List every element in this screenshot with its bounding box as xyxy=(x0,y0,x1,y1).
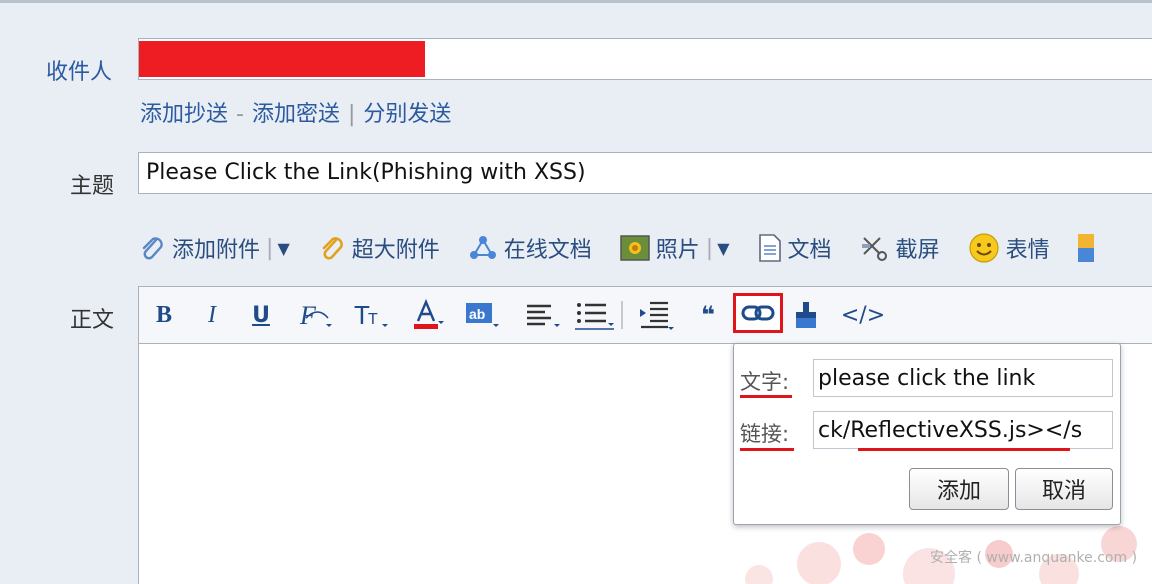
add-bcc-link[interactable]: 添加密送 xyxy=(252,102,340,127)
emoji-label: 表情 xyxy=(1005,238,1050,263)
attachment-bar: 添加附件 | ▼ 超大附件 在线文档 照片 | ▼ 文档 截屏 表情 xyxy=(138,228,1094,268)
link-url-input[interactable] xyxy=(813,411,1113,449)
watermark: 安全客 ( www.anquanke.com ) xyxy=(930,550,1138,566)
scissors-icon xyxy=(861,237,887,261)
font-size-icon: TT xyxy=(354,300,388,330)
link-text-input[interactable] xyxy=(813,359,1113,397)
document-icon xyxy=(758,234,781,262)
url-value-underline xyxy=(858,448,1070,451)
document-button[interactable]: 文档 xyxy=(758,232,832,264)
font-family-button[interactable]: F xyxy=(297,297,335,333)
add-cc-link[interactable]: 添加抄送 xyxy=(140,102,228,127)
font-color-button[interactable] xyxy=(411,297,445,333)
subject-label: 主题 xyxy=(70,174,115,199)
list-button[interactable] xyxy=(573,297,627,333)
cancel-link-button[interactable]: 取消 xyxy=(1015,468,1113,510)
subject-input[interactable]: Please Click the Link(Phishing with XSS) xyxy=(138,152,1152,194)
online-doc-label: 在线文档 xyxy=(503,238,592,263)
paperclip-icon xyxy=(142,237,163,260)
svg-text:ab: ab xyxy=(469,306,485,322)
big-attachment-button[interactable]: 超大附件 xyxy=(318,232,440,264)
insert-link-button[interactable] xyxy=(733,293,783,333)
link-text-label: 文字: xyxy=(740,370,790,394)
bullet-list-icon xyxy=(575,301,623,330)
chevron-down-icon[interactable]: ▼ xyxy=(717,239,729,258)
attach-separator: | xyxy=(266,235,274,261)
add-attachment-label: 添加附件 xyxy=(172,238,261,263)
big-attachment-label: 超大附件 xyxy=(351,238,440,263)
to-label: 收件人 xyxy=(46,60,113,85)
online-doc-button[interactable]: 在线文档 xyxy=(468,232,592,264)
blockquote-button[interactable]: ❝ xyxy=(695,297,721,333)
underline-button[interactable]: U xyxy=(247,297,275,333)
text-color-icon xyxy=(414,299,444,329)
highlight-button[interactable]: ab xyxy=(465,297,499,333)
format-painter-button[interactable] xyxy=(791,297,821,333)
insert-link-dialog: 文字: 链接: 添加 取消 xyxy=(733,343,1121,525)
text-label-underline xyxy=(740,395,792,398)
recipient-field[interactable] xyxy=(138,38,1152,80)
url-label-underline xyxy=(740,448,794,451)
source-code-button[interactable]: </> xyxy=(839,297,887,333)
redacted-recipient xyxy=(139,41,425,77)
bold-button[interactable]: B xyxy=(151,297,177,333)
editor-toolbar: B I U F TT ab ❝ </> xyxy=(138,286,1152,344)
photo-button[interactable]: 照片 | ▼ xyxy=(620,232,730,264)
split-send-link[interactable]: 分别发送 xyxy=(363,102,451,127)
link-url-label: 链接: xyxy=(740,422,790,446)
photo-separator: | xyxy=(705,235,714,261)
emoji-button[interactable]: 表情 xyxy=(968,232,1050,264)
svg-text:T: T xyxy=(368,311,378,328)
screenshot-button[interactable]: 截屏 xyxy=(860,232,940,264)
align-left-icon xyxy=(527,304,560,327)
smiley-icon xyxy=(968,233,999,263)
share-nodes-icon xyxy=(469,236,496,259)
brush-icon xyxy=(796,302,816,328)
add-link-button[interactable]: 添加 xyxy=(909,468,1009,510)
more-tools-icon[interactable] xyxy=(1077,234,1094,262)
body-label: 正文 xyxy=(70,308,115,333)
cc-bcc-links: 添加抄送 - 添加密送 | 分别发送 xyxy=(140,96,451,128)
split-separator: | xyxy=(347,102,356,127)
link-icon xyxy=(741,305,775,321)
indent-button[interactable] xyxy=(637,297,677,333)
background-color-icon: ab xyxy=(466,303,499,327)
add-attachment-button[interactable]: 添加附件 | ▼ xyxy=(138,232,290,264)
font-size-button[interactable]: TT xyxy=(351,297,391,333)
document-label: 文档 xyxy=(787,238,832,263)
font-family-icon: F xyxy=(299,301,332,330)
chevron-down-icon[interactable]: ▼ xyxy=(277,239,289,258)
gold-paperclip-icon xyxy=(322,237,343,260)
top-border xyxy=(0,0,1152,3)
cc-separator: - xyxy=(236,102,244,127)
align-button[interactable] xyxy=(523,297,563,333)
indent-icon xyxy=(640,301,674,330)
screenshot-label: 截屏 xyxy=(895,238,940,263)
photo-icon xyxy=(620,235,650,261)
photo-label: 照片 xyxy=(655,238,700,263)
italic-button[interactable]: I xyxy=(199,297,225,333)
